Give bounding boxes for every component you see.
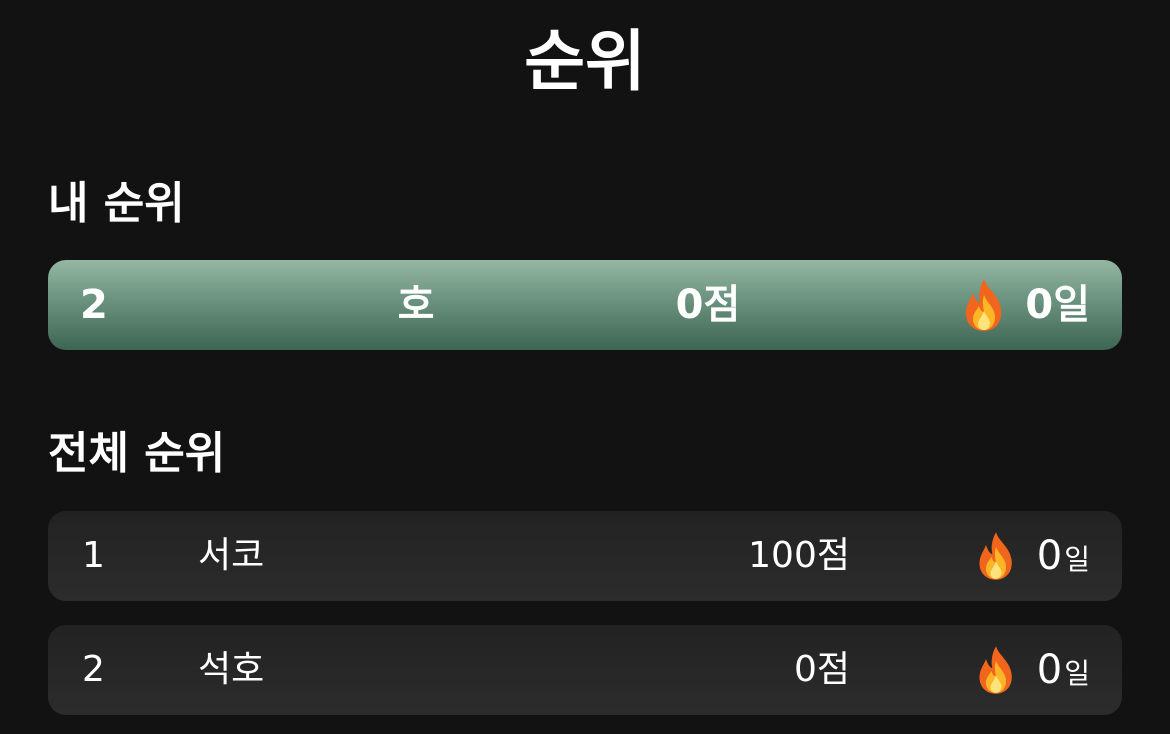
my-rank-score: 0점 — [675, 282, 741, 328]
my-rank-name: 호 — [397, 282, 435, 328]
ranking-row[interactable]: 2 석호 0점 0 일 — [48, 625, 1122, 715]
my-rank-card[interactable]: 2 호 0점 0일 — [48, 260, 1122, 350]
ranking-row[interactable]: 1 서코 100점 0 일 — [48, 511, 1122, 601]
row-streak-unit: 일 — [1064, 543, 1090, 576]
row-rank-number: 2 — [82, 649, 105, 690]
row-streak-unit: 일 — [1064, 657, 1090, 690]
row-name: 서코 — [198, 535, 265, 576]
all-rank-section-title: 전체 순위 — [48, 428, 226, 479]
fire-icon — [975, 644, 1017, 696]
ranking-screen: 순위 내 순위 2 호 0점 0일 전체 순위 1 서코 100점 0 일 2 … — [0, 0, 1170, 734]
my-rank-number: 2 — [80, 282, 108, 328]
my-rank-streak: 0일 — [961, 260, 1090, 350]
fire-icon — [975, 530, 1017, 582]
fire-icon — [961, 277, 1007, 333]
row-streak: 0 일 — [975, 625, 1090, 715]
row-streak-value: 0 — [1036, 533, 1063, 579]
row-rank-number: 1 — [82, 535, 105, 576]
row-streak: 0 일 — [975, 511, 1090, 601]
row-score: 0점 — [793, 649, 850, 690]
row-name: 석호 — [198, 649, 265, 690]
row-streak-value: 0 — [1036, 647, 1063, 693]
page-title: 순위 — [524, 23, 646, 100]
my-rank-section-title: 내 순위 — [48, 178, 185, 229]
my-rank-streak-text: 0일 — [1025, 282, 1090, 328]
row-score: 100점 — [748, 535, 850, 576]
